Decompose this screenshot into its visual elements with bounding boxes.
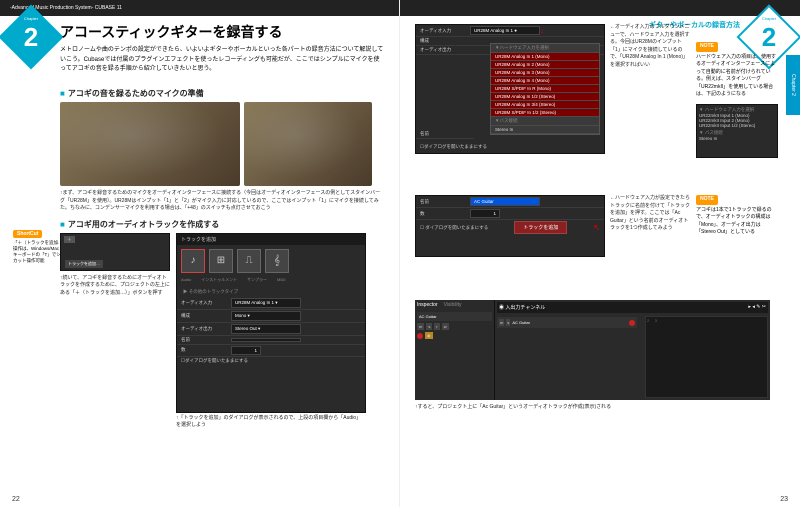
- record-enable-icon[interactable]: [629, 320, 635, 326]
- pagenum-right: 23: [780, 496, 788, 503]
- write-button[interactable]: w: [442, 323, 449, 330]
- mute-button[interactable]: m: [417, 323, 424, 330]
- screenshot-project: InspectorVisibility AC Guitar m s r w ◉ …: [415, 300, 770, 400]
- count-input[interactable]: 1: [231, 346, 261, 355]
- side-text-hwinput: ←オーディオ入力のプルダウンメニューで、ハードウェア入力を選択する。今回はUR2…: [610, 24, 690, 69]
- screenshot-hwinput: オーディオ入力UR28M Analog In 1 ●↓ 構成 オーディオ出力 ▼…: [415, 24, 605, 154]
- subhead-track: アコギ用のオーディオトラックを作成する: [60, 219, 384, 230]
- photo-mic: [244, 102, 372, 186]
- intro-text: メトロノームや曲のテンポの設定ができたら、いよいよギターやボーカルといった各パー…: [60, 46, 384, 75]
- page-title: アコースティックギターを録音する: [60, 22, 282, 42]
- page-left: -Advanced Music Production System- CUBAS…: [0, 0, 400, 507]
- chapter-badge-left: Chapter 2: [8, 14, 54, 60]
- name-input[interactable]: [231, 338, 301, 342]
- dialog-addtrack: トラックを追加 ♪ ⊞ ⎍ 𝄞 AudioインストゥルメントサンプラーMIDI …: [176, 233, 366, 413]
- trackcount-input[interactable]: 1: [470, 209, 500, 218]
- note2: NOTE アコギは1本で1トラックで録るので、オーディオトラックの構成は「Mon…: [696, 195, 778, 237]
- tab-sampler-icon[interactable]: ⎍: [237, 249, 261, 273]
- note1: NOTE ハードウェア入力の項目は、使用するオーディオインターフェースによって自…: [696, 42, 778, 99]
- side-text-name: ←ハードウェア入力が設定できたらトラックに名前を付けて「トラックを追加」を押す。…: [610, 195, 690, 233]
- monitor-button[interactable]: ◉: [425, 332, 433, 339]
- note1-panel: ▼ ハードウェア入力を選択 UR22mkII Input 1 (Mono) UR…: [696, 104, 778, 158]
- header-right: [400, 0, 800, 16]
- addtrack-button[interactable]: トラックを追加: [514, 221, 567, 234]
- trackname-input[interactable]: AC Guitar: [470, 197, 540, 206]
- caption-project: ↑すると、プロジェクト上に「Ac Guitar」というオーディオトラックが作成(…: [415, 404, 770, 412]
- shortcut-badge: ShortCut: [13, 230, 42, 238]
- tab-midi-icon[interactable]: 𝄞: [265, 249, 289, 273]
- pagenum-left: 22: [12, 496, 20, 503]
- tools-icon[interactable]: ▸ ◂ ✎ ✂: [748, 304, 766, 311]
- read-button[interactable]: r: [434, 323, 439, 330]
- screenshot-nametrack: 名前AC Guitar 数1 ☐ ダイアログを開いたままにするトラックを追加↖: [415, 195, 605, 257]
- header-left: -Advanced Music Production System- CUBAS…: [0, 0, 399, 16]
- screenshot-addtrack-btn: ＋ トラックを追加…: [60, 233, 170, 271]
- subhead-mic: アコギの音を録るためのマイクの準備: [60, 88, 384, 99]
- tab-instrument-icon[interactable]: ⊞: [209, 249, 233, 273]
- track-name[interactable]: AC Guitar: [419, 314, 490, 319]
- caption-mic: ↑まず、アコギを録音するためのマイクをオーディオインターフェースに接続する（今回…: [60, 190, 384, 213]
- plus-icon[interactable]: ＋: [64, 236, 75, 243]
- caption-addtrack: ↑続いて、アコギを録音するためにオーディオトラックを作成するために、プロジェクト…: [60, 275, 170, 298]
- photo-interface: [60, 102, 240, 186]
- side-tab: Chapter 2: [786, 55, 800, 115]
- hwinput-dropdown[interactable]: ▼ハードウェア入力を選択 UR28M Analog In 1 (Mono) UR…: [490, 43, 600, 135]
- audioout-select[interactable]: Stereo Out ▾: [231, 324, 301, 334]
- arrange-area[interactable]: 2 3: [645, 316, 768, 398]
- audioin-select-r[interactable]: UR28M Analog In 1 ●: [470, 26, 540, 35]
- config-select[interactable]: Mono ▾: [231, 311, 301, 321]
- page-right: ギターやボーカルの録音方法 Chapter 2 Chapter 2 オーディオ入…: [400, 0, 800, 507]
- tab-audio-icon[interactable]: ♪: [181, 249, 205, 273]
- record-enable-icon[interactable]: [417, 333, 423, 339]
- solo-button[interactable]: s: [426, 323, 432, 330]
- caption-dialog: ↑「トラックを追加」のダイアログが表示されるので、上段の項目欄から「Audio」…: [176, 415, 366, 430]
- audioin-select[interactable]: UR28M Analog In 1 ▾: [231, 298, 301, 308]
